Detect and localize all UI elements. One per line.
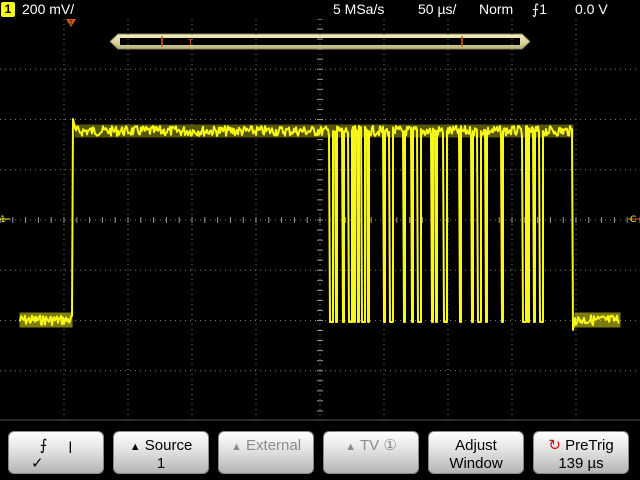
source-softkey[interactable]: ▲ Source 1 [113, 431, 209, 474]
tv-label: TV [360, 437, 380, 454]
sample-rate: 5 MSa/s [333, 1, 385, 17]
trigger-level-marker: C [628, 215, 640, 225]
external-softkey[interactable]: ▲ External [218, 431, 314, 474]
slope-icons: ⨍ ꞁ [9, 437, 103, 454]
slope-softkey[interactable]: ⨍ ꞁ ✓ [8, 431, 104, 474]
channel-badge[interactable]: 1 [1, 2, 15, 17]
high-level-noise-band [74, 124, 574, 138]
time-scale: 50 µs/ [418, 1, 457, 17]
rising-slope-icon: ⨍ [39, 437, 48, 454]
adjust-window-softkey[interactable]: Adjust Window [428, 431, 524, 474]
trigger-source-value: 1 [539, 1, 548, 17]
trigger-mode: Norm [479, 1, 514, 17]
info-badge-icon: ① [383, 437, 397, 454]
pretrig-value: 139 µs [558, 455, 604, 472]
window-label: Window [449, 455, 503, 472]
up-triangle-icon: ▲ [129, 441, 141, 453]
tv-softkey[interactable]: ▲ TV ① [323, 431, 419, 474]
low-level-noise-band-left [19, 312, 73, 328]
low-level-noise-band-right [574, 312, 621, 328]
trigger-level: 0.0 V [575, 1, 608, 17]
falling-slope-icon: ꞁ [68, 437, 73, 454]
status-bar: 1 200 mV/ 5 MSa/s 50 µs/ Norm ⨍1 0.0 V [0, 0, 640, 19]
slope-selected-mark: ✓ [31, 455, 44, 472]
external-label: External [246, 437, 302, 454]
source-value: 1 [156, 455, 166, 472]
rotate-knob-icon: ↻ [548, 437, 561, 454]
up-triangle-icon: ▲ [345, 441, 357, 453]
pretrig-label: PreTrig [565, 437, 614, 454]
svg-text:1: 1 [0, 215, 6, 225]
waveform-display[interactable]: 1 C [0, 19, 640, 425]
adjust-label: Adjust [455, 437, 497, 454]
channel-scale: 200 mV/ [22, 1, 75, 17]
ground-reference-marker: 1 [0, 215, 10, 225]
source-label: Source [144, 437, 193, 454]
softkey-bar: ⨍ ꞁ ✓ ▲ Source 1 ▲ External ▲ TV ① Adjus… [0, 426, 640, 480]
trigger-source: ⨍1 [532, 1, 547, 18]
up-triangle-icon: ▲ [230, 441, 242, 453]
pretrig-softkey[interactable]: ↻ PreTrig 139 µs [533, 431, 629, 474]
svg-text:C: C [630, 215, 636, 225]
